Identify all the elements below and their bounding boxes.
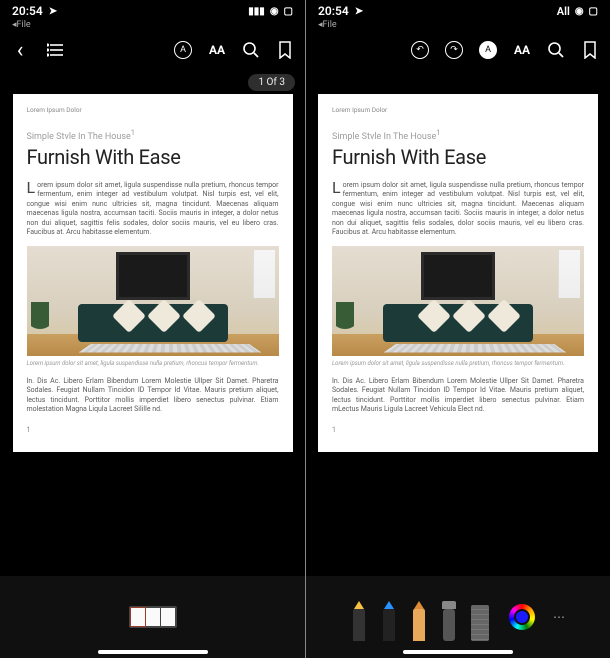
location-icon: ➤ (355, 6, 363, 17)
status-network-label: All (557, 5, 570, 18)
undo-button[interactable]: ↶ (410, 40, 430, 60)
markup-content: Lorem Ipsum Dolor Simple Stvle In The Ho… (306, 70, 610, 576)
eraser-tool[interactable] (441, 601, 457, 641)
thumb-2[interactable] (146, 608, 160, 626)
document-page[interactable]: Lorem Ipsum Dolor Simple Stvle In The Ho… (318, 94, 598, 452)
battery-icon: ▢ (589, 6, 598, 17)
home-indicator[interactable] (403, 650, 513, 654)
cellular-icon: ▮▮▮ (248, 6, 265, 17)
wifi-icon: ◉ (575, 6, 584, 17)
doc-paragraph-2: In. Dis Ac. Libero Erlam Bibendum Lorem … (27, 377, 279, 415)
bookmark-button[interactable] (580, 40, 600, 60)
back-button[interactable]: ‹ (10, 40, 30, 60)
text-size-button[interactable]: AA (207, 40, 227, 60)
doc-page-number: 1 (27, 426, 279, 434)
markup-toolbar: ↶ ↷ A AA (306, 30, 610, 70)
doc-hero-image (27, 246, 279, 356)
text-size-button[interactable]: AA (512, 40, 532, 60)
pen-tool[interactable] (381, 601, 397, 641)
thumb-1[interactable] (131, 608, 145, 626)
doc-subtitle: Simple Stvle In The House1 (332, 128, 584, 142)
appearance-button[interactable]: A (478, 40, 498, 60)
color-picker[interactable] (509, 604, 535, 630)
doc-paragraph-1: Lorem ipsum dolor sit amet, ligula suspe… (332, 181, 584, 238)
status-time: 20:54 (318, 4, 349, 18)
status-time: 20:54 (12, 4, 43, 18)
search-button[interactable] (241, 40, 261, 60)
doc-source: Lorem Ipsum Dolor (332, 106, 584, 114)
doc-paragraph-1: Lorem ipsum dolor sit amet, ligula suspe… (27, 181, 279, 238)
reader-view-pane: 20:54 ➤ ▮▮▮ ◉ ▢ ◂File ‹ A AA 1 Of (0, 0, 305, 658)
doc-image-caption: Lorem ipsum dolor sit amet, ligula suspe… (332, 360, 584, 367)
appearance-button[interactable]: A (173, 40, 193, 60)
battery-icon: ▢ (284, 6, 293, 17)
page-indicator: 1 Of 3 (248, 74, 295, 91)
bookmark-button[interactable] (275, 40, 295, 60)
doc-title: Furnish With Ease (27, 145, 279, 169)
status-bar: 20:54 ➤ All ◉ ▢ (306, 0, 610, 22)
page-thumbnails[interactable] (129, 606, 177, 628)
home-indicator[interactable] (98, 650, 208, 654)
doc-hero-image (332, 246, 584, 356)
redo-button[interactable]: ↷ (444, 40, 464, 60)
wifi-icon: ◉ (270, 6, 279, 17)
location-icon: ➤ (49, 6, 57, 17)
document-page[interactable]: Lorem Ipsum Dolor Simple Stvle In The Ho… (13, 94, 293, 452)
status-bar: 20:54 ➤ ▮▮▮ ◉ ▢ (0, 0, 305, 22)
search-button[interactable] (546, 40, 566, 60)
highlighter-tool[interactable] (351, 601, 367, 641)
doc-title: Furnish With Ease (332, 145, 584, 169)
markup-view-pane: 20:54 ➤ All ◉ ▢ ◂File ↶ ↷ A AA Lorem Ips (305, 0, 610, 658)
reader-bottom-bar (0, 576, 305, 658)
reader-content: 1 Of 3 Lorem Ipsum Dolor Simple Stvle In… (0, 70, 305, 576)
pencil-tool[interactable] (411, 601, 427, 641)
file-breadcrumb[interactable]: ◂File (0, 20, 305, 30)
doc-image-caption: Lorem ipsum dolor sit amet, ligula suspe… (27, 360, 279, 367)
thumb-3[interactable] (161, 608, 175, 626)
doc-source: Lorem Ipsum Dolor (27, 106, 279, 114)
doc-page-number: 1 (332, 426, 584, 434)
reader-toolbar: ‹ A AA (0, 30, 305, 70)
ruler-tool[interactable] (471, 605, 489, 641)
markup-tool-bar: ⋯ (306, 576, 610, 658)
toc-button[interactable] (46, 40, 66, 60)
doc-paragraph-2: In. Dis Ac. Libero Erlam Bibendum Lorem … (332, 377, 584, 415)
doc-subtitle: Simple Stvle In The House1 (27, 128, 279, 142)
more-tools-button[interactable]: ⋯ (553, 610, 565, 624)
file-breadcrumb[interactable]: ◂File (306, 20, 610, 30)
